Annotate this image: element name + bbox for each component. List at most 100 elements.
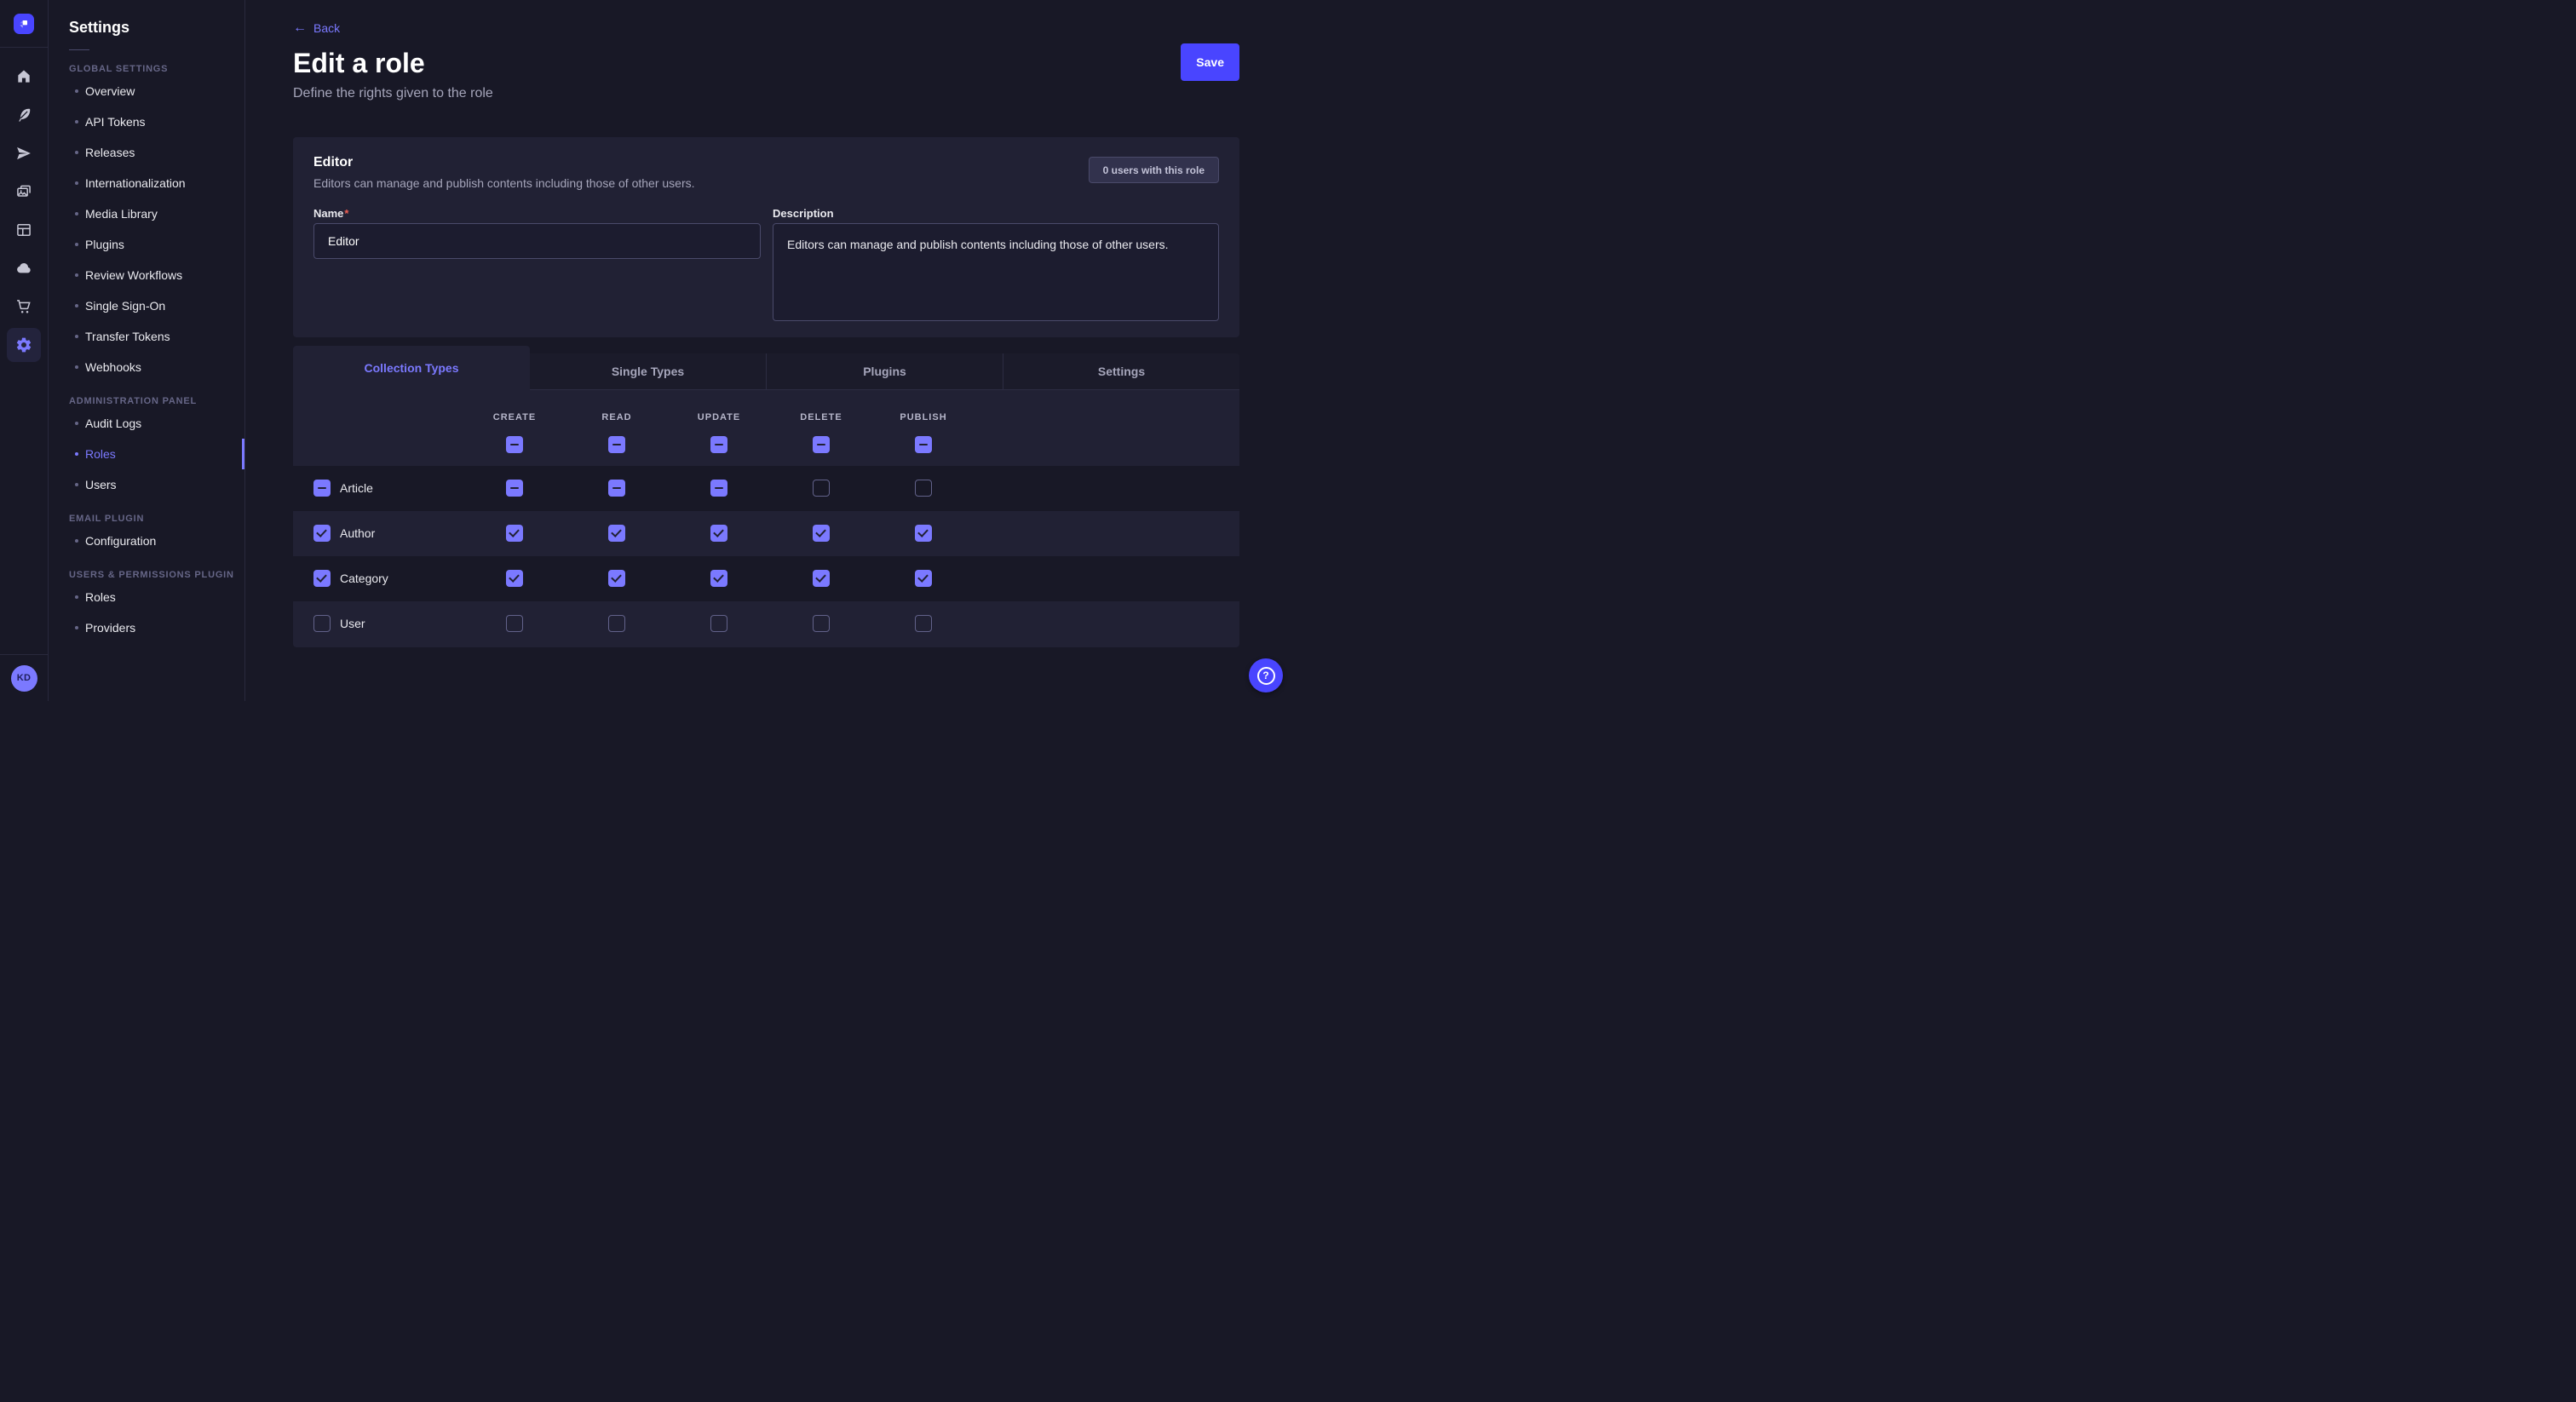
cloud-icon (15, 260, 32, 277)
tab-settings[interactable]: Settings (1003, 353, 1239, 389)
sidebar-item-roles[interactable]: Roles (49, 582, 244, 612)
tab-collection-types[interactable]: Collection Types (293, 346, 530, 390)
sidebar-item-configuration[interactable]: Configuration (49, 526, 244, 556)
sidebar-item-webhooks[interactable]: Webhooks (49, 352, 244, 382)
row-label: User (340, 601, 365, 646)
role-name-input[interactable] (313, 223, 761, 259)
tab-plugins[interactable]: Plugins (766, 353, 1003, 389)
sidebar-item-single-sign-on[interactable]: Single Sign-On (49, 290, 244, 321)
row-label: Author (340, 511, 375, 556)
checkbox-category-update[interactable] (710, 570, 727, 587)
layout-icon (15, 221, 32, 238)
gear-icon (15, 336, 32, 353)
checkbox-category-delete[interactable] (813, 570, 830, 587)
strapi-logo-icon (17, 17, 31, 31)
permissions-table-body: ArticleAuthorCategoryUser (293, 466, 1239, 646)
checkbox-select-all-update[interactable] (710, 436, 727, 453)
sidebar-item-providers[interactable]: Providers (49, 612, 244, 643)
checkbox-select-all-delete[interactable] (813, 436, 830, 453)
sidebar-item-transfer-tokens[interactable]: Transfer Tokens (49, 321, 244, 352)
checkbox-user-read[interactable] (608, 615, 625, 632)
avatar[interactable]: KD (11, 665, 37, 692)
images-icon (15, 183, 32, 200)
sidebar-item-label: Transfer Tokens (85, 330, 170, 343)
icon-rail: KD (0, 0, 49, 701)
checkbox-category-publish[interactable] (915, 570, 932, 587)
users-with-role-button[interactable]: 0 users with this role (1089, 157, 1219, 183)
sidebar-item-overview[interactable]: Overview (49, 76, 244, 106)
checkbox-author-delete[interactable] (813, 525, 830, 542)
checkbox-article-read[interactable] (608, 480, 625, 497)
sidebar-item-label: Media Library (85, 207, 158, 221)
checkbox-select-all-create[interactable] (506, 436, 523, 453)
sidebar-item-label: Webhooks (85, 360, 141, 374)
rail-button-cloud[interactable] (7, 251, 41, 285)
rail-button-layout[interactable] (7, 213, 41, 247)
description-field-label: Description (773, 207, 834, 220)
sidebar-item-label: Roles (85, 590, 116, 604)
sidebar-item-label: Single Sign-On (85, 299, 165, 313)
sidebar-item-roles[interactable]: Roles (49, 439, 244, 469)
role-description-textarea[interactable]: Editors can manage and publish contents … (773, 223, 1219, 321)
sidebar-item-media-library[interactable]: Media Library (49, 198, 244, 229)
checkbox-article-publish[interactable] (915, 480, 932, 497)
sidebar-item-api-tokens[interactable]: API Tokens (49, 106, 244, 137)
sidebar-item-label: Users (85, 478, 117, 491)
rail-button-home[interactable] (7, 60, 41, 94)
sidebar-item-plugins[interactable]: Plugins (49, 229, 244, 260)
sidebar-item-review-workflows[interactable]: Review Workflows (49, 260, 244, 290)
sidebar-item-label: Review Workflows (85, 268, 182, 282)
home-icon (15, 68, 32, 85)
sidebar-item-label: Overview (85, 84, 135, 98)
checkbox-category[interactable] (313, 570, 331, 587)
checkbox-user-delete[interactable] (813, 615, 830, 632)
back-link[interactable]: ← Back (293, 21, 340, 35)
required-asterisk: * (344, 207, 348, 220)
checkbox-author-create[interactable] (506, 525, 523, 542)
sidebar-item-label: Roles (85, 447, 116, 461)
section-label: USERS & PERMISSIONS PLUGIN (49, 570, 244, 580)
bullet-icon (75, 243, 78, 246)
paper-plane-icon (15, 145, 32, 162)
checkbox-article[interactable] (313, 480, 331, 497)
checkbox-category-create[interactable] (506, 570, 523, 587)
sidebar-item-releases[interactable]: Releases (49, 137, 244, 168)
checkbox-select-all-publish[interactable] (915, 436, 932, 453)
checkbox-author-update[interactable] (710, 525, 727, 542)
checkbox-author[interactable] (313, 525, 331, 542)
section-label: EMAIL PLUGIN (49, 514, 244, 524)
checkbox-user-create[interactable] (506, 615, 523, 632)
checkbox-user-update[interactable] (710, 615, 727, 632)
page-title: Edit a role (293, 48, 425, 79)
checkbox-select-all-read[interactable] (608, 436, 625, 453)
feather-icon (15, 106, 32, 124)
checkbox-article-update[interactable] (710, 480, 727, 497)
help-button[interactable]: ? (1249, 658, 1283, 692)
checkbox-author-publish[interactable] (915, 525, 932, 542)
rail-button-gear[interactable] (7, 328, 41, 362)
permissions-table-header: CreateReadUpdateDeletePublish (293, 390, 1239, 466)
checkbox-article-create[interactable] (506, 480, 523, 497)
page-subtitle: Define the rights given to the role (293, 86, 493, 101)
bullet-icon (75, 212, 78, 215)
bullet-icon (75, 626, 78, 629)
rail-button-feather[interactable] (7, 98, 41, 132)
rail-button-paper-plane[interactable] (7, 136, 41, 170)
save-button[interactable]: Save (1181, 43, 1239, 81)
sidebar-item-audit-logs[interactable]: Audit Logs (49, 408, 244, 439)
checkbox-user-publish[interactable] (915, 615, 932, 632)
rail-button-images[interactable] (7, 175, 41, 209)
sidebar-item-internationalization[interactable]: Internationalization (49, 168, 244, 198)
action-header-read: Read (601, 412, 631, 422)
strapi-logo[interactable] (14, 14, 34, 34)
nav-section-users-permissions-plugin: USERS & PERMISSIONS PLUGIN Roles Providers (49, 570, 244, 643)
question-mark-icon: ? (1257, 667, 1275, 685)
rail-button-shopping-cart[interactable] (7, 290, 41, 324)
tab-single-types[interactable]: Single Types (530, 353, 766, 389)
checkbox-author-read[interactable] (608, 525, 625, 542)
checkbox-user[interactable] (313, 615, 331, 632)
rail-icons (0, 48, 48, 654)
sidebar-item-users[interactable]: Users (49, 469, 244, 500)
checkbox-article-delete[interactable] (813, 480, 830, 497)
checkbox-category-read[interactable] (608, 570, 625, 587)
